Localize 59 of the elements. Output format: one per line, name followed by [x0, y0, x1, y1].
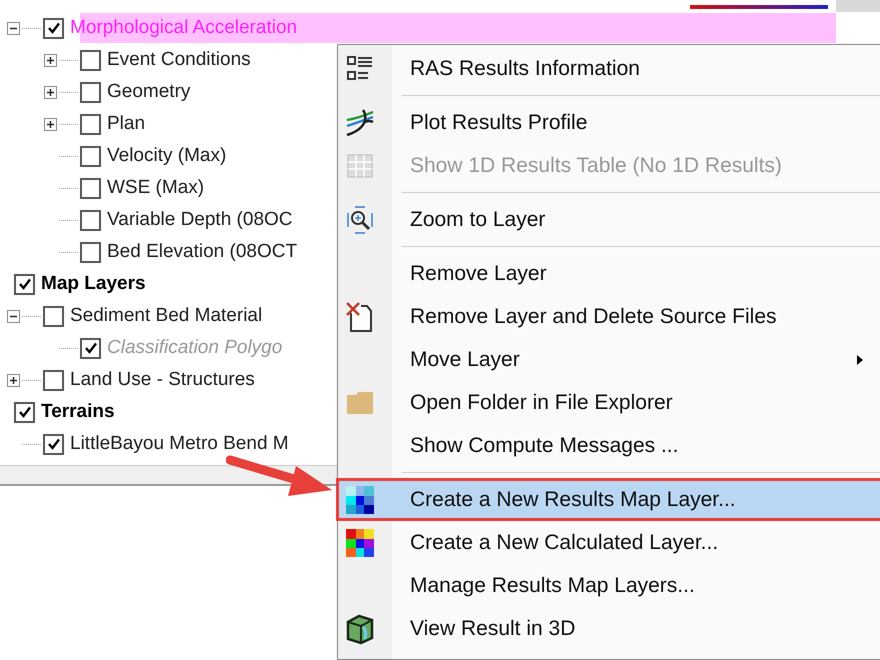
menu-item[interactable]: Create a New Calculated Layer... [338, 521, 880, 564]
checkbox[interactable] [43, 306, 64, 326]
tree-item[interactable]: Sediment Bed Material [70, 305, 262, 327]
tree-item[interactable]: Plan [107, 113, 146, 135]
expand-icon[interactable] [44, 118, 57, 130]
tree-item[interactable]: Velocity (Max) [107, 145, 226, 167]
checkmark-icon [84, 341, 98, 355]
tree-item[interactable]: Variable Depth (08OC [107, 209, 293, 231]
checkbox[interactable] [43, 18, 64, 38]
checkbox[interactable] [43, 370, 64, 390]
checkbox[interactable] [80, 210, 101, 230]
checkmark-icon [18, 277, 32, 291]
checkbox[interactable] [80, 114, 101, 134]
checkbox[interactable] [80, 82, 101, 102]
menu-item[interactable]: RAS Results Information [338, 47, 880, 90]
expand-icon[interactable] [44, 54, 57, 66]
color-grid-icon [345, 528, 375, 558]
zoom-icon [346, 204, 374, 234]
menu-item[interactable]: Remove Layer [338, 252, 880, 295]
checkbox[interactable] [80, 50, 101, 70]
folder-icon [346, 390, 374, 414]
menu-item[interactable]: Manage Results Map Layers... [338, 564, 880, 607]
collapse-icon[interactable] [7, 310, 20, 322]
tree-item[interactable]: Map Layers [41, 273, 146, 295]
tree-item[interactable]: Land Use - Structures [70, 369, 255, 391]
tree-item[interactable]: WSE (Max) [107, 177, 204, 199]
scrollbar[interactable] [836, 0, 880, 12]
checkbox[interactable] [80, 338, 101, 358]
profile-lines-icon [345, 108, 375, 138]
tree-item[interactable]: Geometry [107, 81, 190, 103]
color-grid-icon [345, 484, 375, 514]
checkmark-icon [46, 437, 60, 451]
checkmark-icon [46, 21, 60, 35]
tree-item[interactable]: LittleBayou Metro Bend M [70, 433, 289, 455]
checkbox[interactable] [14, 274, 35, 294]
menu-item[interactable]: Zoom to Layer [338, 198, 880, 241]
cube-icon [345, 612, 375, 644]
expand-icon[interactable] [44, 86, 57, 98]
tree-item[interactable]: Bed Elevation (08OCT [107, 241, 298, 263]
menu-item[interactable]: View Result in 3D [338, 607, 880, 650]
delete-file-icon [345, 300, 375, 332]
checkbox[interactable] [80, 178, 101, 198]
menu-item[interactable]: Show Compute Messages ... [338, 424, 880, 467]
submenu-arrow-icon [856, 354, 864, 366]
checkmark-icon [18, 405, 32, 419]
menu-item[interactable]: Open Folder in File Explorer [338, 381, 880, 424]
tree-item[interactable]: Terrains [41, 401, 115, 423]
table-icon [346, 152, 374, 180]
menu-item[interactable]: Remove Layer and Delete Source Files [338, 295, 880, 338]
collapse-icon[interactable] [7, 22, 20, 34]
checkbox[interactable] [14, 402, 35, 422]
menu-item[interactable]: Create a New Results Map Layer... [338, 478, 880, 521]
checkbox[interactable] [80, 146, 101, 166]
menu-item[interactable]: Move Layer [338, 338, 880, 381]
checkbox[interactable] [43, 434, 64, 454]
checkbox[interactable] [80, 242, 101, 262]
tree-item[interactable]: Event Conditions [107, 49, 251, 71]
expand-icon[interactable] [7, 374, 20, 386]
menu-item[interactable]: Plot Results Profile [338, 101, 880, 144]
